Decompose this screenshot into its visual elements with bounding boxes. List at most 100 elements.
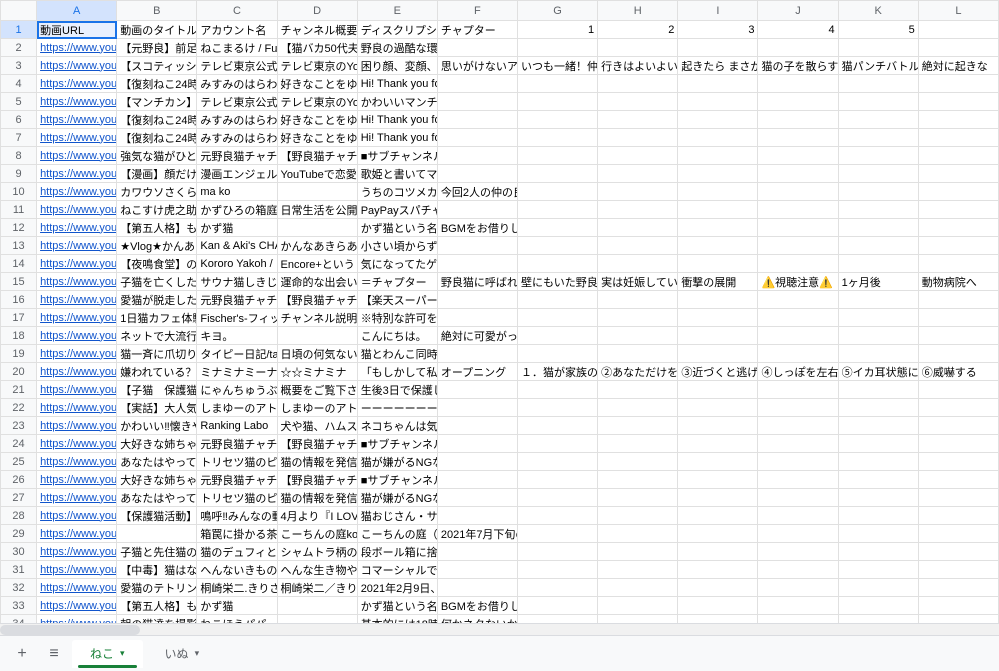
cell-url[interactable]: https://www.yout <box>37 543 117 561</box>
row-header[interactable]: 32 <box>1 579 37 597</box>
cell[interactable]: 猫とわんこ同時に爪切りしてみました。 <box>357 345 437 363</box>
cell[interactable]: かず猫という名 <box>357 597 437 615</box>
cell[interactable] <box>918 201 998 219</box>
cell[interactable] <box>598 237 678 255</box>
cell[interactable] <box>518 417 598 435</box>
cell[interactable]: 5 <box>838 21 918 39</box>
cell[interactable]: みすみのはらわ <box>197 111 277 129</box>
spreadsheet-grid[interactable]: ABCDEFGHIJKL 1動画URL動画のタイトルアカウント名チャンネル概要デ… <box>0 0 999 623</box>
cell[interactable]: 子猫と先住猫の <box>117 543 197 561</box>
cell[interactable]: Hi! Thank you for watching my stream! <box>357 111 437 129</box>
cell[interactable]: チャンネル説明 <box>277 309 357 327</box>
cell[interactable] <box>437 165 517 183</box>
cell[interactable] <box>518 93 598 111</box>
cell[interactable] <box>918 111 998 129</box>
column-header-J[interactable]: J <box>758 1 838 21</box>
cell[interactable]: 【復刻ねこ24時 <box>117 111 197 129</box>
cell[interactable]: 【楽天スーパーセール期間限定15%ポイントバック】 <box>357 291 437 309</box>
column-header-D[interactable]: D <box>277 1 357 21</box>
cell[interactable] <box>918 543 998 561</box>
cell[interactable] <box>758 291 838 309</box>
sheet-tab-inu[interactable]: いぬ ▾ <box>147 640 218 668</box>
column-header-C[interactable]: C <box>197 1 277 21</box>
cell[interactable]: PayPayスパチャ <box>357 201 437 219</box>
cell-url[interactable]: https://www.yout <box>37 291 117 309</box>
cell-url[interactable]: https://www.yout <box>37 507 117 525</box>
cell[interactable] <box>678 201 758 219</box>
cell[interactable] <box>598 417 678 435</box>
video-link[interactable]: https://www.yout <box>40 420 117 432</box>
row-header[interactable]: 7 <box>1 129 37 147</box>
cell[interactable] <box>838 201 918 219</box>
row-header[interactable]: 16 <box>1 291 37 309</box>
cell[interactable]: 【夜鳴食堂】の <box>117 255 197 273</box>
cell[interactable]: １．猫が家族の <box>518 363 598 381</box>
video-link[interactable]: https://www.yout <box>40 366 117 378</box>
cell[interactable]: 困り顔、変顔、 <box>357 57 437 75</box>
cell-url[interactable]: https://www.yout <box>37 525 117 543</box>
cell[interactable]: トリセツ猫のピ <box>197 489 277 507</box>
cell[interactable]: 元野良猫チャチ <box>197 147 277 165</box>
video-link[interactable]: https://www.yout <box>40 60 117 72</box>
cell[interactable]: ⚠️視聴注意⚠️ <box>758 273 838 291</box>
cell[interactable]: ミナミナミーナ <box>197 363 277 381</box>
row-header[interactable]: 2 <box>1 39 37 57</box>
cell[interactable] <box>518 597 598 615</box>
row-header[interactable]: 12 <box>1 219 37 237</box>
row-header[interactable]: 5 <box>1 93 37 111</box>
cell[interactable] <box>598 327 678 345</box>
cell[interactable] <box>437 345 517 363</box>
cell[interactable] <box>918 345 998 363</box>
sheet-tab-neko[interactable]: ねこ ▾ <box>72 640 143 668</box>
cell[interactable]: 【マンチカン】 <box>117 93 197 111</box>
cell[interactable] <box>758 219 838 237</box>
cell[interactable] <box>918 147 998 165</box>
cell[interactable] <box>277 219 357 237</box>
cell[interactable] <box>838 93 918 111</box>
cell[interactable] <box>838 525 918 543</box>
cell[interactable] <box>838 129 918 147</box>
video-link[interactable]: https://www.yout <box>40 42 117 54</box>
cell[interactable]: ネコちゃんは気まぐれでマイペースであまり懐かないイメージをお持ちではないでしょう… <box>357 417 437 435</box>
cell[interactable]: テレビ東京のYo <box>277 57 357 75</box>
cell[interactable] <box>758 597 838 615</box>
cell[interactable] <box>758 237 838 255</box>
cell[interactable]: 今回2人の仲の良さを発見してくれたカメラはこちら↓ <box>437 183 517 201</box>
cell[interactable] <box>758 75 838 93</box>
cell[interactable] <box>678 237 758 255</box>
cell[interactable]: 動画URL <box>37 21 117 39</box>
cell[interactable] <box>678 345 758 363</box>
cell[interactable] <box>277 597 357 615</box>
cell[interactable] <box>598 381 678 399</box>
cell[interactable] <box>758 183 838 201</box>
cell[interactable]: 歌姫と書いてマドンナと読む。 <box>357 165 437 183</box>
column-header-B[interactable]: B <box>117 1 197 21</box>
cell[interactable]: 猫おじさん・サンシャイン池崎が保護猫の預かりボランティアを再開！ <box>357 507 437 525</box>
column-header-E[interactable]: E <box>357 1 437 21</box>
cell[interactable] <box>518 381 598 399</box>
cell[interactable] <box>678 291 758 309</box>
cell-url[interactable]: https://www.yout <box>37 417 117 435</box>
cell[interactable]: 子猫を亡くした <box>117 273 197 291</box>
cell[interactable] <box>838 75 918 93</box>
cell[interactable] <box>518 219 598 237</box>
row-header[interactable]: 30 <box>1 543 37 561</box>
cell[interactable]: ＝チャプター <box>357 273 437 291</box>
cell[interactable] <box>598 543 678 561</box>
cell[interactable]: 絶対に可愛がってしまう猫のゲーム Stray 実況 <box>437 327 517 345</box>
video-link[interactable]: https://www.yout <box>40 600 117 612</box>
cell-url[interactable]: https://www.yout <box>37 255 117 273</box>
column-header-A[interactable]: A <box>37 1 117 21</box>
cell[interactable] <box>598 291 678 309</box>
cell[interactable] <box>918 291 998 309</box>
cell[interactable] <box>437 237 517 255</box>
cell[interactable] <box>437 435 517 453</box>
cell[interactable]: ④しっぽを左右 <box>758 363 838 381</box>
cell[interactable]: 動物病院へ <box>918 273 998 291</box>
cell[interactable] <box>117 525 197 543</box>
cell[interactable]: 犬や猫、ハムス <box>277 417 357 435</box>
cell[interactable]: 漫画エンジェル <box>197 165 277 183</box>
cell-url[interactable]: https://www.yout <box>37 345 117 363</box>
cell[interactable] <box>598 399 678 417</box>
cell[interactable] <box>918 399 998 417</box>
